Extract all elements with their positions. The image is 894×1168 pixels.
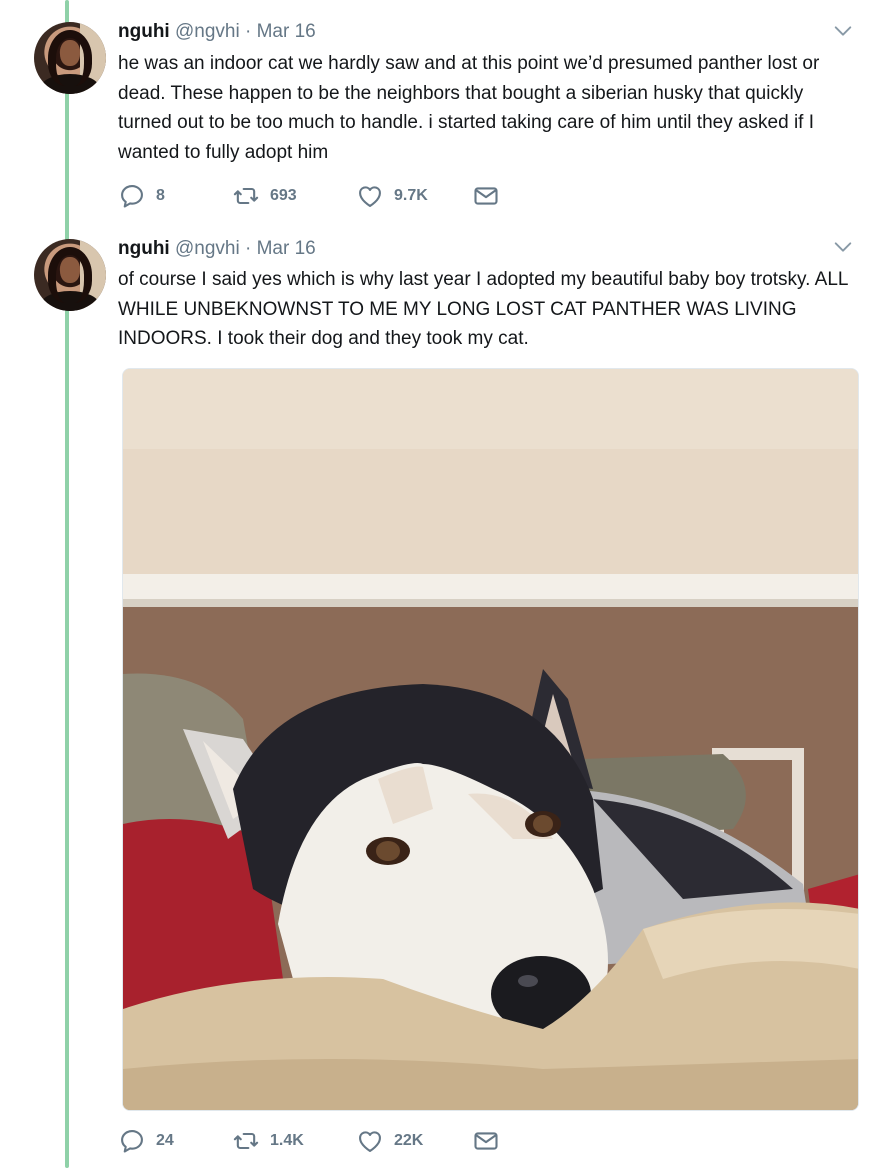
user-handle[interactable]: @ngvhi xyxy=(175,21,240,42)
reply-button[interactable]: 24 xyxy=(118,1126,174,1156)
direct-message-button[interactable] xyxy=(472,1126,500,1156)
heart-icon xyxy=(359,1131,381,1152)
avatar[interactable] xyxy=(34,22,106,94)
tweet-photo[interactable] xyxy=(122,368,859,1111)
retweet-icon xyxy=(233,187,259,205)
chevron-down-icon[interactable] xyxy=(832,236,854,258)
tweet-text: of course I said yes which is why last y… xyxy=(118,269,848,349)
reply-icon xyxy=(121,185,143,208)
tweet-text: he was an indoor cat we hardly saw and a… xyxy=(118,53,820,163)
retweet-count: 1.4K xyxy=(270,1132,304,1149)
tweet-header: nguhi @ngvhi · Mar 16 xyxy=(118,20,316,44)
envelope-icon xyxy=(474,187,498,205)
reply-count: 8 xyxy=(156,187,165,204)
envelope-icon xyxy=(474,1132,498,1150)
like-button[interactable]: 22K xyxy=(356,1126,423,1156)
retweet-icon xyxy=(233,1132,259,1150)
chevron-down-icon[interactable] xyxy=(832,20,854,42)
retweet-button[interactable]: 1.4K xyxy=(232,1126,304,1156)
reply-count: 24 xyxy=(156,1132,174,1149)
tweet-header: nguhi @ngvhi · Mar 16 xyxy=(118,237,316,261)
like-count: 22K xyxy=(394,1132,424,1149)
reply-icon xyxy=(121,1130,143,1153)
tweet-date[interactable]: Mar 16 xyxy=(257,238,316,259)
user-handle[interactable]: @ngvhi xyxy=(175,238,240,259)
tweet-date[interactable]: Mar 16 xyxy=(257,21,316,42)
reply-button[interactable]: 8 xyxy=(118,181,165,211)
thread-connector-line xyxy=(65,0,69,1168)
display-name[interactable]: nguhi xyxy=(118,21,170,42)
like-count: 9.7K xyxy=(394,187,428,204)
husky-photo-illustration xyxy=(123,369,858,1110)
retweet-button[interactable]: 693 xyxy=(232,181,297,211)
direct-message-button[interactable] xyxy=(472,181,500,211)
tweet-actions: 8 693 9.7K xyxy=(118,181,538,211)
separator-dot: · xyxy=(244,238,252,259)
retweet-count: 693 xyxy=(270,187,297,204)
separator-dot: · xyxy=(244,21,252,42)
heart-icon xyxy=(359,186,381,207)
avatar[interactable] xyxy=(34,239,106,311)
display-name[interactable]: nguhi xyxy=(118,238,170,259)
tweet-actions: 24 1.4K 22K xyxy=(118,1126,538,1156)
like-button[interactable]: 9.7K xyxy=(356,181,428,211)
